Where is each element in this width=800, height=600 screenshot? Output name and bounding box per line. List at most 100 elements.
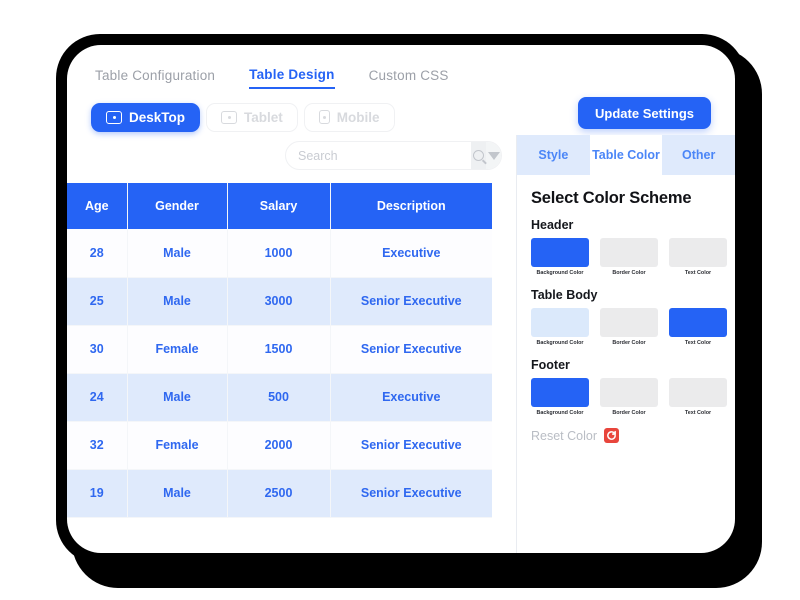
tab-table-design[interactable]: Table Design <box>249 67 335 89</box>
search-row <box>67 135 516 183</box>
cell-salary: 1000 <box>227 229 331 278</box>
tablet-device-frame: Table Configuration Table Design Custom … <box>56 34 746 564</box>
swatch-item-header-background: Background Color <box>531 238 589 276</box>
column-header-age[interactable]: Age <box>67 183 128 229</box>
panel-tab-style[interactable]: Style <box>517 135 590 175</box>
desktop-screen-icon <box>106 110 122 124</box>
tab-custom-css[interactable]: Custom CSS <box>369 68 449 88</box>
swatch-label-header-background: Background Color <box>536 270 584 276</box>
caret-down-icon[interactable] <box>486 142 501 169</box>
cell-description: Executive <box>330 373 492 422</box>
group-title-table-body: Table Body <box>531 288 598 302</box>
search-input[interactable] <box>286 148 471 163</box>
device-button-mobile-label: Mobile <box>336 109 380 125</box>
cell-salary: 1500 <box>227 325 331 374</box>
reset-color-button[interactable]: Reset Color <box>531 428 719 443</box>
cell-salary: 500 <box>227 373 331 422</box>
table-row: 30 Female 1500 Senior Executive <box>67 325 492 374</box>
swatch-label-header-border: Border Color <box>612 270 646 276</box>
swatch-footer-text[interactable] <box>669 378 727 407</box>
device-button-desktop[interactable]: DeskTop <box>91 102 201 132</box>
cell-salary: 2500 <box>227 469 331 518</box>
swatch-item-footer-border: Border Color <box>600 378 658 416</box>
table-row: 25 Male 3000 Senior Executive <box>67 277 492 326</box>
swatch-label-footer-background: Background Color <box>536 410 584 416</box>
app-screen: Table Configuration Table Design Custom … <box>67 45 735 553</box>
search-bar[interactable] <box>285 141 502 170</box>
cell-gender: Female <box>127 421 228 470</box>
swatch-row-table-body: Background Color Border Color Text Color <box>531 308 727 346</box>
panel-tab-table-color[interactable]: Table Color <box>589 135 663 175</box>
device-button-desktop-label: DeskTop <box>129 109 186 125</box>
cell-description: Senior Executive <box>330 421 492 470</box>
cell-gender: Female <box>127 325 228 374</box>
swatch-row-header: Background Color Border Color Text Color <box>531 238 727 276</box>
cell-description: Senior Executive <box>330 277 492 326</box>
panel-tab-other[interactable]: Other <box>662 135 735 175</box>
cell-description: Senior Executive <box>330 469 492 518</box>
swatch-item-body-text: Text Color <box>669 308 727 346</box>
device-button-tablet[interactable]: Tablet <box>206 102 298 132</box>
swatch-body-text[interactable] <box>669 308 727 337</box>
column-header-description[interactable]: Description <box>330 183 492 229</box>
table-header: Age Gender Salary Description <box>67 183 492 229</box>
cell-gender: Male <box>127 373 228 422</box>
content-split: Age Gender Salary Description 28 Male 10… <box>67 135 735 553</box>
swatch-item-header-border: Border Color <box>600 238 658 276</box>
swatch-header-text[interactable] <box>669 238 727 267</box>
swatch-header-border[interactable] <box>600 238 658 267</box>
swatch-body-background[interactable] <box>531 308 589 337</box>
group-title-footer: Footer <box>531 358 570 372</box>
device-toggle-row: DeskTop Tablet Mobile Update Settings <box>67 91 735 135</box>
swatch-label-body-text: Text Color <box>684 340 712 346</box>
cell-salary: 2000 <box>227 421 331 470</box>
cell-age: 25 <box>67 277 128 326</box>
cell-gender: Male <box>127 277 228 326</box>
main-tab-bar: Table Configuration Table Design Custom … <box>67 45 735 91</box>
table-pane: Age Gender Salary Description 28 Male 10… <box>67 135 516 553</box>
swatch-row-footer: Background Color Border Color Text Color <box>531 378 727 416</box>
cell-salary: 3000 <box>227 277 331 326</box>
swatch-footer-border[interactable] <box>600 378 658 407</box>
device-button-tablet-label: Tablet <box>244 109 283 125</box>
tab-table-configuration[interactable]: Table Configuration <box>95 68 215 88</box>
swatch-item-body-border: Border Color <box>600 308 658 346</box>
table-row: 24 Male 500 Executive <box>67 373 492 422</box>
cell-age: 28 <box>67 229 128 278</box>
device-button-mobile[interactable]: Mobile <box>303 102 395 132</box>
data-table: Age Gender Salary Description 28 Male 10… <box>67 183 492 518</box>
table-header-row: Age Gender Salary Description <box>67 183 492 229</box>
update-settings-button[interactable]: Update Settings <box>578 97 711 129</box>
cell-age: 30 <box>67 325 128 374</box>
swatch-body-border[interactable] <box>600 308 658 337</box>
reset-color-icon[interactable] <box>604 428 619 443</box>
panel-tab-bar: Style Table Color Other <box>517 135 735 175</box>
group-title-header: Header <box>531 218 574 232</box>
panel-body: Select Color Scheme Header Background Co… <box>517 175 735 443</box>
swatch-label-body-background: Background Color <box>536 340 584 346</box>
table-row: 28 Male 1000 Executive <box>67 229 492 278</box>
swatch-label-header-text: Text Color <box>684 270 712 276</box>
panel-title: Select Color Scheme <box>531 189 692 207</box>
cell-age: 32 <box>67 421 128 470</box>
cell-age: 24 <box>67 373 128 422</box>
cell-age: 19 <box>67 469 128 518</box>
table-body: 28 Male 1000 Executive 25 Male 3000 Seni… <box>67 229 492 518</box>
column-header-gender[interactable]: Gender <box>127 183 228 229</box>
column-header-salary[interactable]: Salary <box>227 183 331 229</box>
swatch-label-body-border: Border Color <box>612 340 646 346</box>
mobile-screen-icon <box>318 110 330 124</box>
tablet-screen-icon <box>221 110 238 124</box>
color-settings-pane: Style Table Color Other Select Color Sch… <box>516 135 735 553</box>
table-row: 32 Female 2000 Senior Executive <box>67 421 492 470</box>
cell-gender: Male <box>127 469 228 518</box>
swatch-item-body-background: Background Color <box>531 308 589 346</box>
swatch-item-footer-text: Text Color <box>669 378 727 416</box>
swatch-header-background[interactable] <box>531 238 589 267</box>
search-icon[interactable] <box>471 142 486 169</box>
swatch-label-footer-border: Border Color <box>612 410 646 416</box>
swatch-label-footer-text: Text Color <box>684 410 712 416</box>
swatch-footer-background[interactable] <box>531 378 589 407</box>
swatch-item-footer-background: Background Color <box>531 378 589 416</box>
cell-gender: Male <box>127 229 228 278</box>
